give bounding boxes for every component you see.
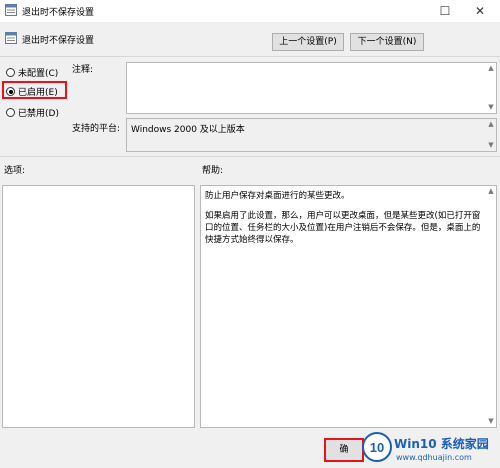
radio-not-configured[interactable]: 未配置(C) — [6, 66, 58, 79]
scrollbar[interactable]: ▲ ▼ — [486, 119, 496, 151]
watermark-url: www.qdhuajin.com — [396, 453, 472, 462]
highlight-annotation — [2, 81, 67, 99]
comment-label: 注释: — [72, 65, 94, 75]
radio-label: 已禁用(D) — [18, 109, 59, 119]
options-label: 选项: — [4, 166, 26, 176]
scroll-down-icon[interactable]: ▼ — [486, 103, 496, 112]
next-setting-button[interactable]: 下一个设置(N) — [350, 33, 424, 51]
divider — [0, 56, 500, 57]
divider — [0, 156, 500, 157]
policy-title: 退出时不保存设置 — [22, 36, 95, 46]
comment-input[interactable]: ▲ ▼ — [126, 62, 497, 114]
help-panel: 防止用户保存对桌面进行的某些更改。 如果启用了此设置，那么，用户可以更改桌面，但… — [200, 185, 497, 428]
ok-button[interactable]: 确 — [324, 438, 364, 462]
scrollbar[interactable]: ▲ ▼ — [486, 63, 496, 113]
watermark-title: Win10 系统家园 — [394, 437, 489, 451]
platform-label: 支持的平台: — [72, 124, 121, 134]
setting-icon — [5, 32, 17, 44]
platform-field: Windows 2000 及以上版本 ▲ ▼ — [126, 118, 497, 152]
scroll-up-icon[interactable]: ▲ — [486, 187, 496, 196]
scroll-up-icon[interactable]: ▲ — [486, 120, 496, 129]
policy-icon — [5, 4, 17, 16]
radio-button[interactable] — [6, 108, 15, 117]
win10-logo-icon: 10 — [362, 432, 392, 462]
radio-label: 未配置(C) — [18, 69, 59, 79]
close-icon[interactable]: ✕ — [464, 0, 496, 22]
radio-disabled[interactable]: 已禁用(D) — [6, 106, 59, 119]
maximize-icon[interactable]: ☐ — [429, 0, 461, 22]
window-title: 退出时不保存设置 — [22, 8, 95, 18]
platform-value: Windows 2000 及以上版本 — [131, 125, 245, 135]
previous-setting-button[interactable]: 上一个设置(P) — [272, 33, 344, 51]
radio-button[interactable] — [6, 68, 15, 77]
help-label: 帮助: — [202, 166, 224, 176]
scroll-down-icon[interactable]: ▼ — [486, 417, 496, 426]
svg-text:10: 10 — [370, 440, 384, 455]
options-panel — [2, 185, 195, 428]
help-paragraph: 防止用户保存对桌面进行的某些更改。 — [205, 191, 350, 201]
scroll-down-icon[interactable]: ▼ — [486, 141, 496, 150]
help-paragraph: 如果启用了此设置，那么，用户可以更改桌面，但是某些更改(如已打开窗口的位置、任务… — [205, 211, 481, 245]
scrollbar[interactable]: ▲ ▼ — [486, 186, 496, 427]
scroll-up-icon[interactable]: ▲ — [486, 64, 496, 73]
